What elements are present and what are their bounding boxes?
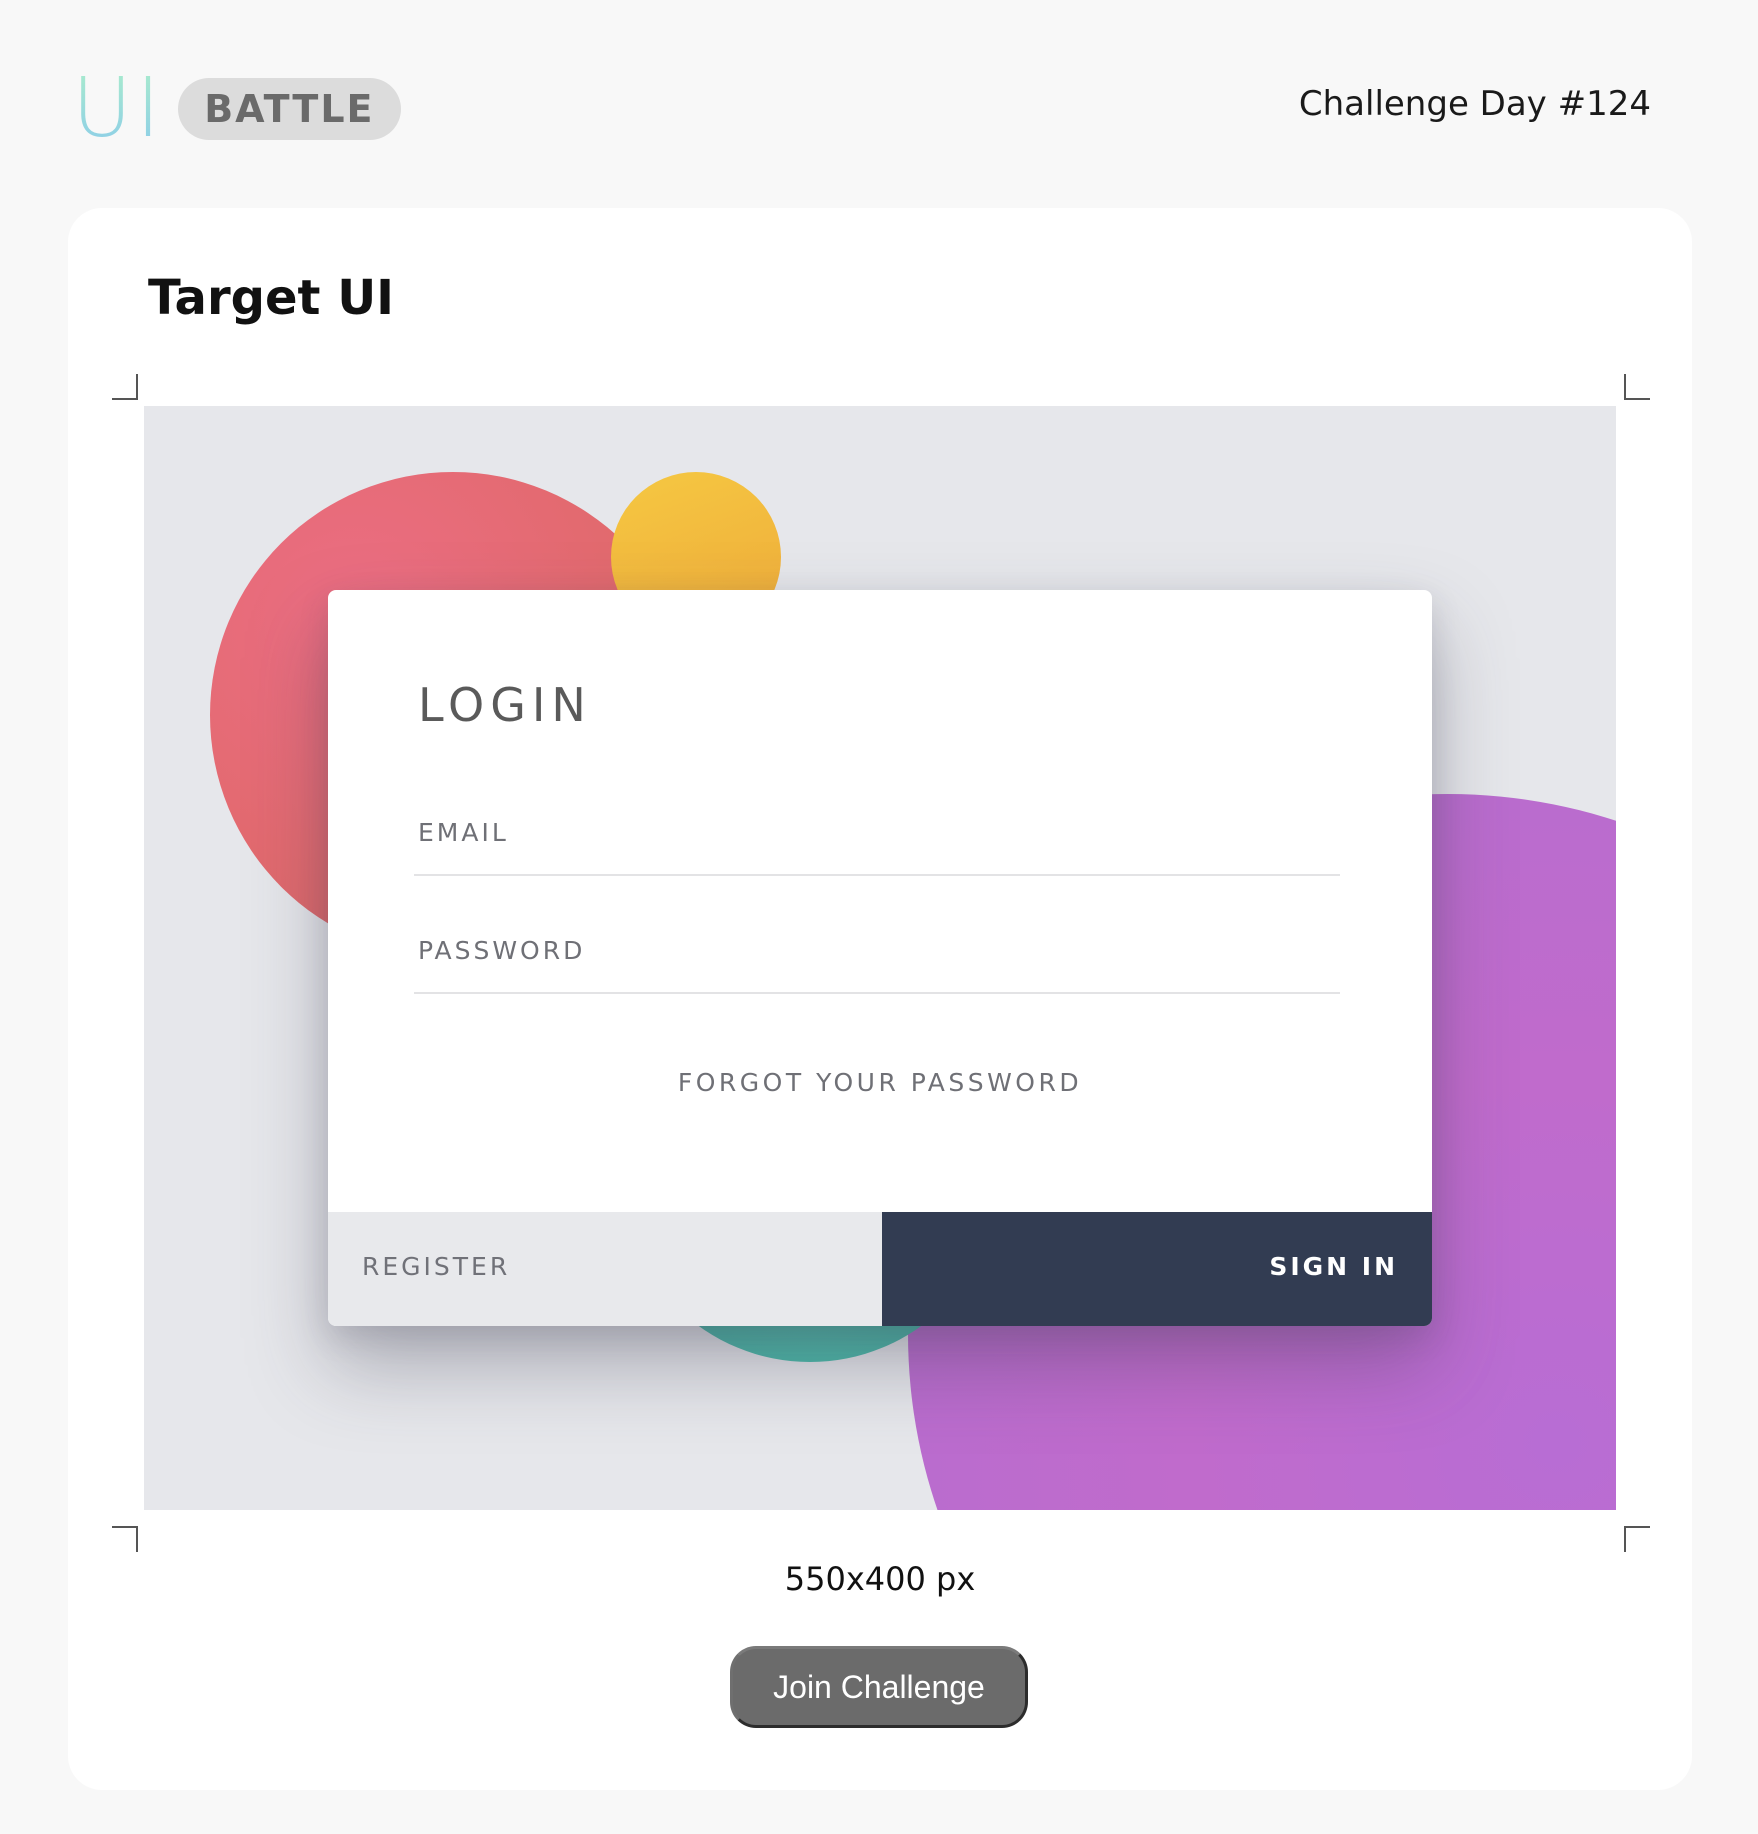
challenge-card: Target UI LOGIN EMAIL PASSWORD FORGOT YO… bbox=[68, 208, 1692, 1790]
sign-in-button[interactable]: SIGN IN bbox=[882, 1212, 1432, 1326]
logo-ui-mark: UI bbox=[72, 61, 165, 156]
forgot-password-link[interactable]: FORGOT YOUR PASSWORD bbox=[328, 1068, 1432, 1097]
register-label: REGISTER bbox=[362, 1252, 511, 1281]
login-panel: LOGIN EMAIL PASSWORD FORGOT YOUR PASSWOR… bbox=[328, 590, 1432, 1326]
crop-corner-bottom-right bbox=[1624, 1526, 1650, 1552]
register-button[interactable]: REGISTER bbox=[328, 1212, 882, 1326]
login-title: LOGIN bbox=[418, 678, 592, 732]
logo: UI BATTLE bbox=[72, 61, 401, 156]
sign-in-label: SIGN IN bbox=[1269, 1252, 1398, 1281]
dimensions-label: 550x400 px bbox=[784, 1560, 976, 1598]
crop-corner-top-right bbox=[1624, 374, 1650, 400]
join-challenge-button[interactable]: Join Challenge bbox=[730, 1646, 1028, 1728]
email-label: EMAIL bbox=[418, 818, 509, 847]
card-title: Target UI bbox=[148, 270, 395, 326]
password-field[interactable]: PASSWORD bbox=[414, 936, 1340, 994]
crop-corner-top-left bbox=[112, 374, 138, 400]
crop-corner-bottom-left bbox=[112, 1526, 138, 1552]
target-ui-preview: LOGIN EMAIL PASSWORD FORGOT YOUR PASSWOR… bbox=[144, 406, 1616, 1510]
password-label: PASSWORD bbox=[418, 936, 586, 965]
challenge-day-label: Challenge Day #124 bbox=[1298, 84, 1651, 124]
logo-battle-pill: BATTLE bbox=[178, 78, 401, 140]
email-field[interactable]: EMAIL bbox=[414, 818, 1340, 876]
